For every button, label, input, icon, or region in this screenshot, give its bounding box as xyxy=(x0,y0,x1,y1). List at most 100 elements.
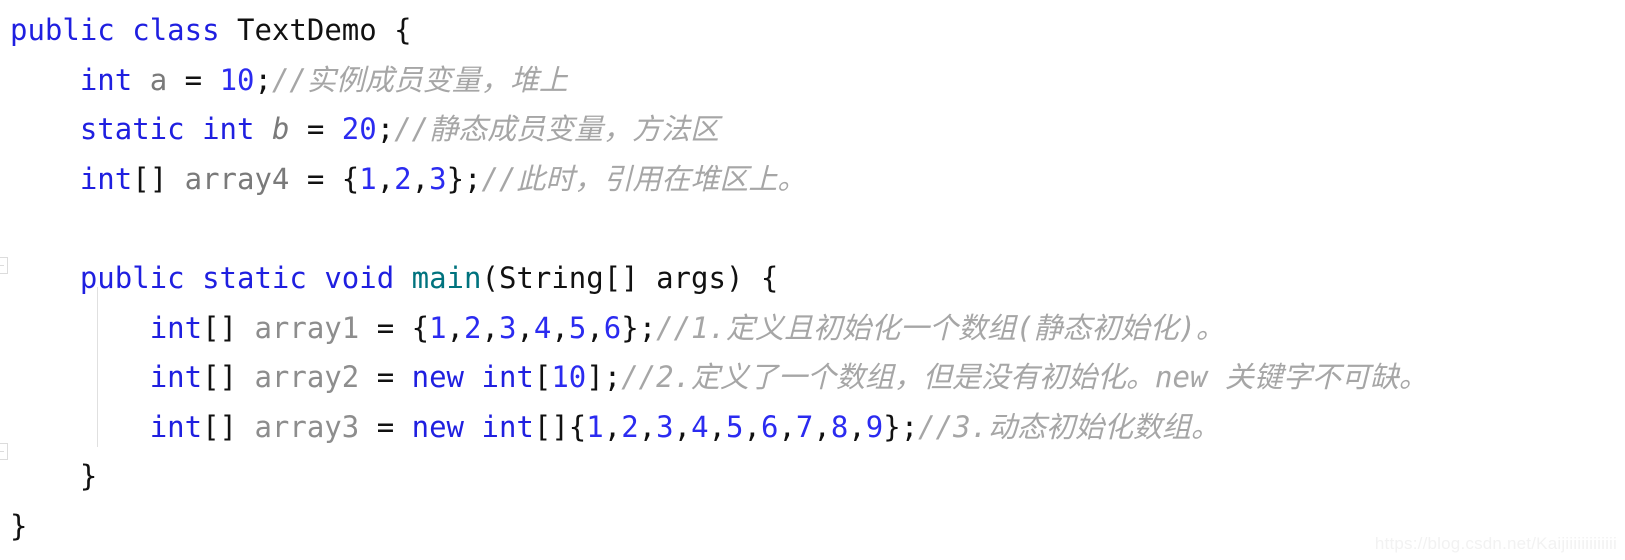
code-token-punct xyxy=(394,261,411,295)
code-token-punct: = xyxy=(359,409,412,444)
code-token-kw: public xyxy=(10,13,115,47)
code-token-punct: [] xyxy=(202,360,255,395)
code-token-kw: int xyxy=(79,62,133,97)
code-token-num: 5 xyxy=(568,310,587,345)
code-token-punct: , xyxy=(778,409,796,444)
code-token-punct: , xyxy=(848,409,866,444)
code-token-punct: [] xyxy=(202,409,255,444)
code-token-num: 4 xyxy=(691,409,709,444)
code-line[interactable]: static int b = 20;//静态成员变量，方法区 xyxy=(10,105,1615,155)
code-token-punct: [] xyxy=(132,161,185,196)
code-token-punct: []{ xyxy=(533,409,587,444)
code-token-punct: ( xyxy=(481,260,499,295)
code-token-punct: , xyxy=(516,310,534,345)
code-token-punct: }; xyxy=(883,409,919,444)
code-token-num: 4 xyxy=(533,310,552,345)
code-token-num: 6 xyxy=(760,409,779,444)
code-token-type: String xyxy=(498,260,604,295)
code-token-punct: = xyxy=(289,112,342,147)
code-line[interactable]: int[] array1 = {1,2,3,4,5,6};//1.定义且初始化一… xyxy=(10,304,1615,354)
code-content[interactable]: public class TextDemo { int a = 10;//实例成… xyxy=(10,6,1615,552)
code-token-cmt: //2.定义了一个数组，但是没有初始化。new 关键字不可缺。 xyxy=(621,360,1428,395)
code-editor[interactable]: public class TextDemo { int a = 10;//实例成… xyxy=(0,0,1625,560)
code-token-type: TextDemo xyxy=(237,13,377,47)
code-line[interactable]: public class TextDemo { xyxy=(10,6,1615,56)
code-token-num: 2 xyxy=(621,409,639,444)
code-token-field: a xyxy=(149,62,168,97)
code-token-num: 2 xyxy=(464,310,482,345)
code-token-num: 1 xyxy=(359,161,377,196)
code-token-punct: , xyxy=(673,409,692,444)
code-token-punct xyxy=(464,360,481,394)
code-token-cmt: //此时，引用在堆区上。 xyxy=(481,161,807,196)
code-token-num: 1 xyxy=(429,310,447,345)
code-token-kw: static xyxy=(202,260,307,295)
code-token-num: 10 xyxy=(551,360,587,395)
code-token-kw: new xyxy=(411,409,465,444)
code-token-punct xyxy=(307,261,324,295)
code-token-kw: int xyxy=(149,360,203,395)
code-token-punct: , xyxy=(638,409,657,444)
code-token-punct xyxy=(254,112,271,146)
code-token-kw: class xyxy=(132,13,220,47)
code-line[interactable] xyxy=(10,204,1615,254)
code-token-kw: int xyxy=(481,409,534,444)
code-token-num: 9 xyxy=(865,409,884,444)
code-line[interactable]: int a = 10;//实例成员变量，堆上 xyxy=(10,56,1615,106)
code-token-num: 2 xyxy=(394,161,412,196)
code-token-punct: , xyxy=(813,409,831,444)
code-token-kw: int xyxy=(202,112,255,147)
code-token-punct: }; xyxy=(621,310,657,345)
code-token-kw: int xyxy=(149,409,203,444)
code-token-punct xyxy=(220,13,237,47)
code-token-punct: = xyxy=(359,360,412,395)
code-token-punct xyxy=(132,63,149,97)
code-token-num: 20 xyxy=(341,112,377,147)
code-token-punct xyxy=(115,13,132,47)
code-token-punct: , xyxy=(586,310,604,345)
code-token-punct: [] xyxy=(603,260,657,295)
code-token-punct: , xyxy=(376,161,395,196)
code-token-cmt: //静态成员变量，方法区 xyxy=(394,112,720,147)
code-token-num: 3 xyxy=(429,161,447,196)
code-token-cmt: //3.动态初始化数组。 xyxy=(918,409,1220,444)
code-token-punct: , xyxy=(481,310,499,345)
code-token-punct: ; xyxy=(376,112,395,147)
code-token-kw: static xyxy=(79,112,185,147)
code-token-punct: = { xyxy=(289,161,360,196)
code-line[interactable]: int[] array4 = {1,2,3};//此时，引用在堆区上。 xyxy=(10,155,1615,205)
code-token-type: args xyxy=(656,260,726,295)
code-token-punct: } xyxy=(79,459,98,494)
code-token-punct: ; xyxy=(254,62,272,97)
code-token-punct xyxy=(185,261,202,295)
code-token-field-st: b xyxy=(271,112,290,147)
code-token-localvar: array1 xyxy=(254,310,360,345)
code-line[interactable]: int[] array3 = new int[]{1,2,3,4,5,6,7,8… xyxy=(10,403,1615,453)
fold-marker-main-method[interactable] xyxy=(0,257,8,274)
code-token-num: 8 xyxy=(830,409,849,444)
code-token-punct: , xyxy=(411,161,430,196)
code-token-punct: { xyxy=(376,13,412,47)
code-token-num: 6 xyxy=(603,310,622,345)
code-token-punct: , xyxy=(551,310,569,345)
fold-marker-class-end[interactable] xyxy=(0,443,8,460)
code-token-punct: ) { xyxy=(725,260,779,295)
code-line[interactable]: } xyxy=(10,452,1615,502)
code-line[interactable]: int[] array2 = new int[10];//2.定义了一个数组，但… xyxy=(10,353,1615,403)
code-token-num: 10 xyxy=(219,62,255,97)
code-line[interactable]: public static void main(String[] args) { xyxy=(10,254,1615,304)
code-token-punct: , xyxy=(743,409,761,444)
watermark-url: https://blog.csdn.net/Kaijiiiiiiiiiiiii xyxy=(1374,534,1617,553)
code-token-kw: void xyxy=(324,260,395,295)
code-token-punct: = xyxy=(167,62,220,97)
code-token-cmt: //1.定义且初始化一个数组(静态初始化)。 xyxy=(656,310,1225,345)
code-token-punct: ]; xyxy=(586,360,622,395)
code-token-kw: public xyxy=(79,260,185,295)
code-token-punct: = { xyxy=(359,310,430,345)
code-token-kw: int xyxy=(149,310,203,345)
